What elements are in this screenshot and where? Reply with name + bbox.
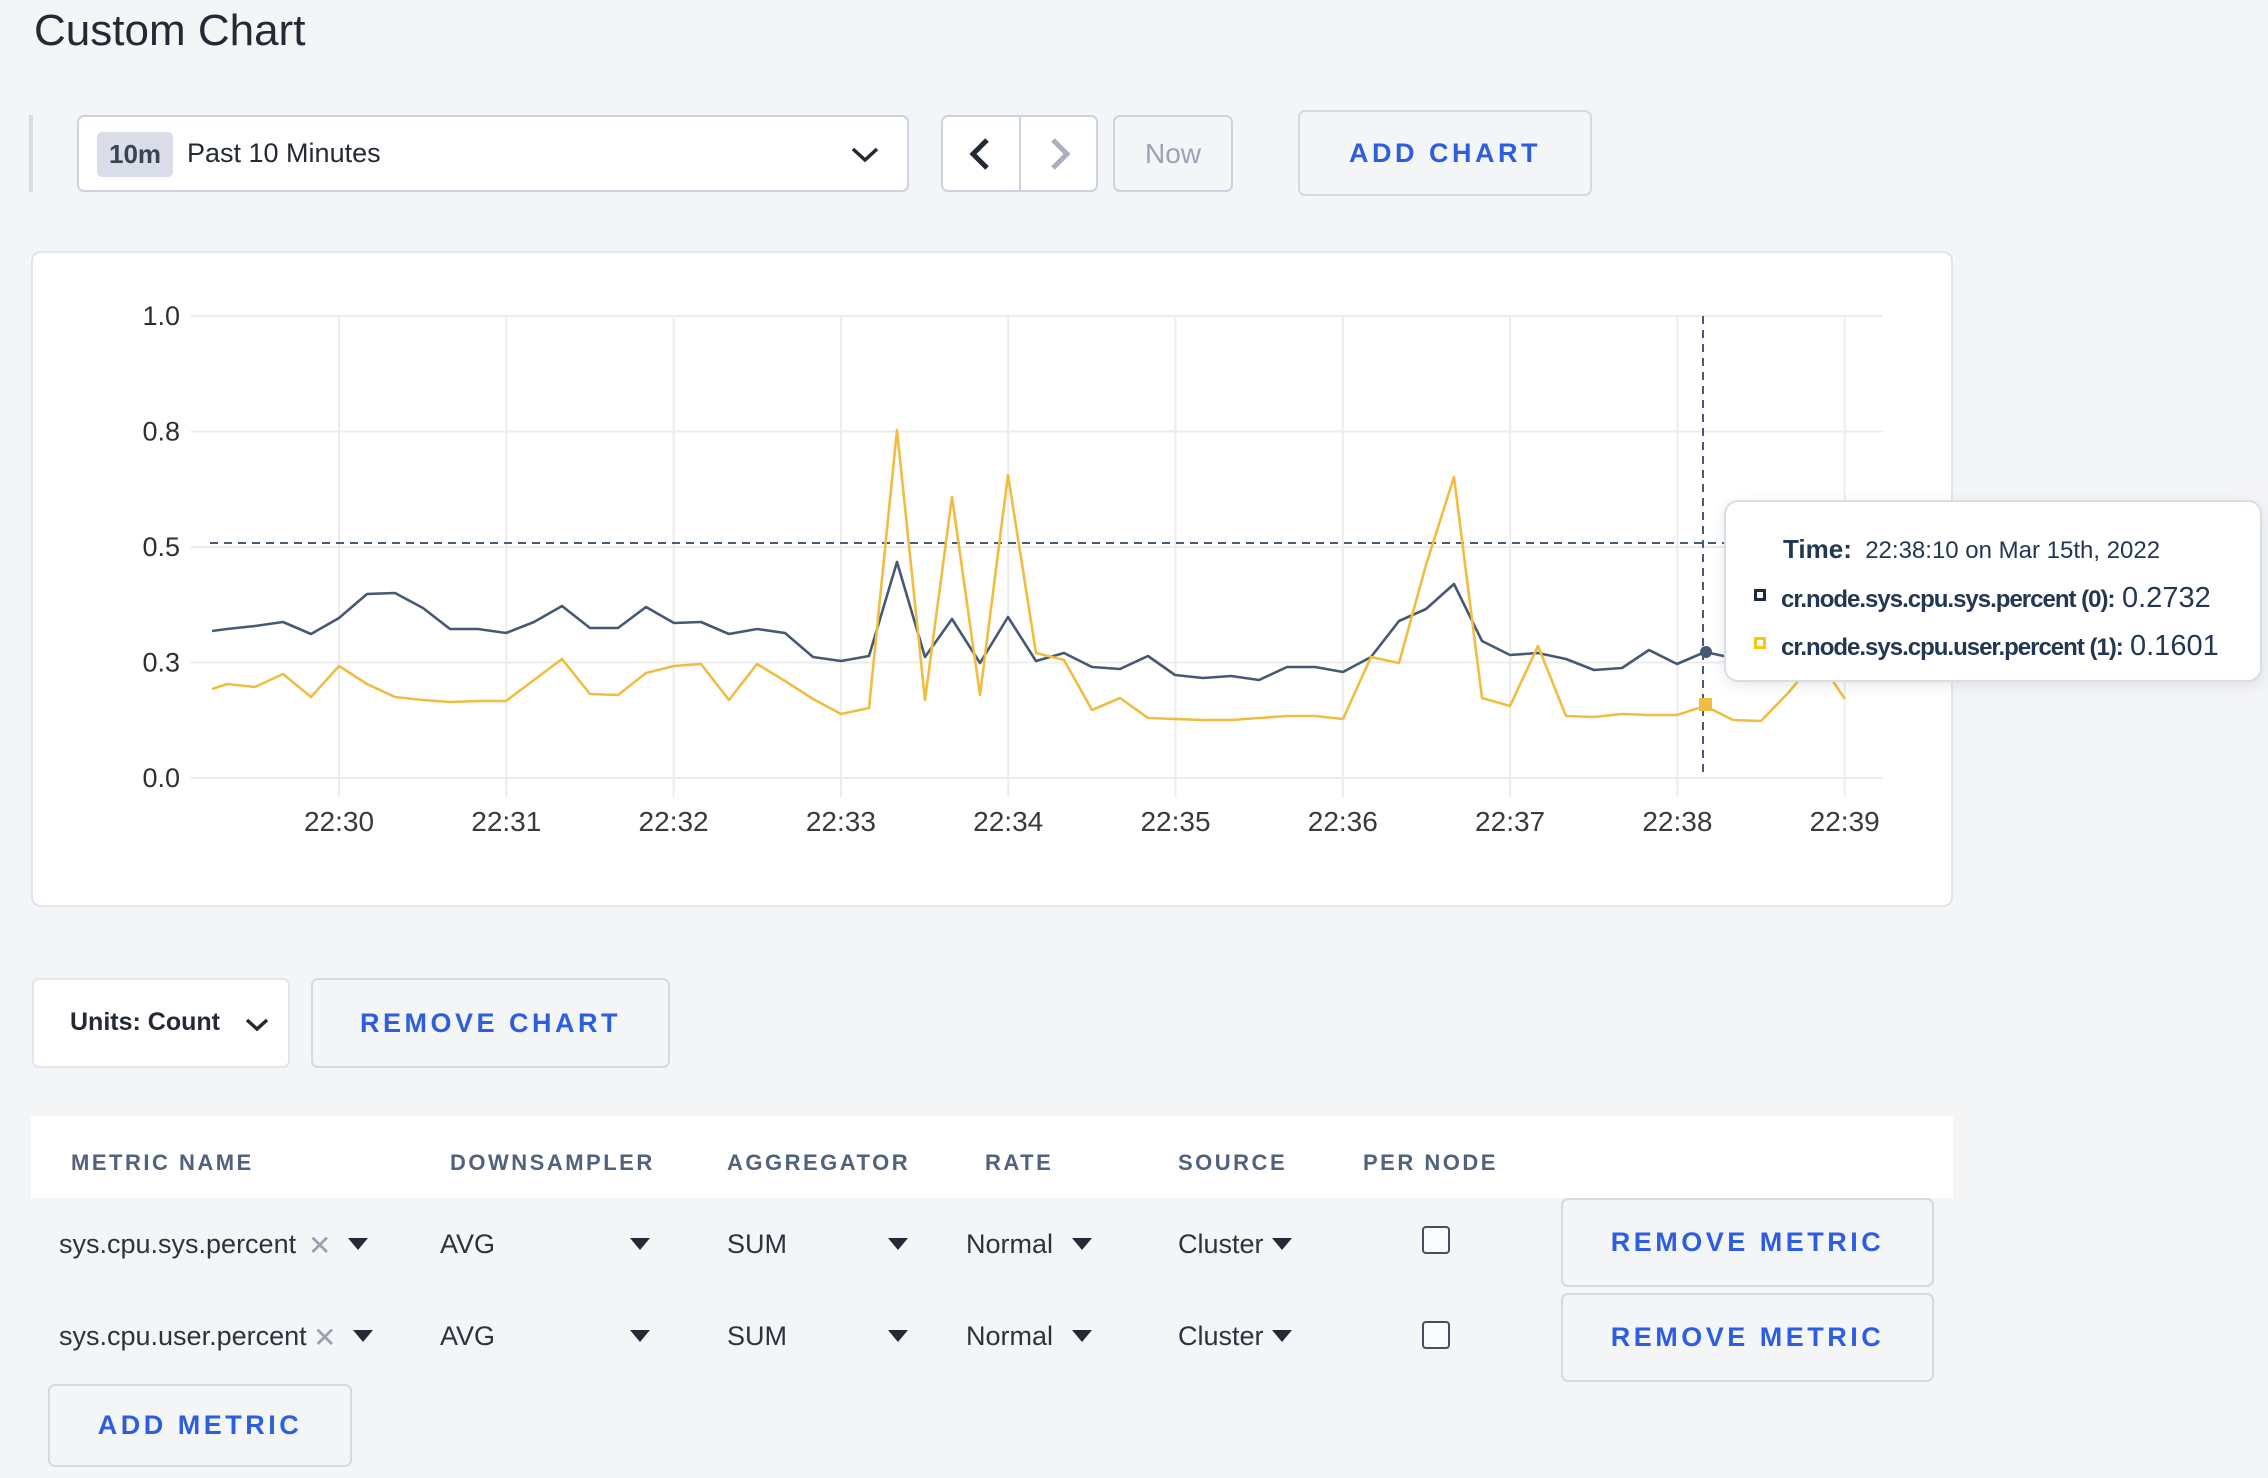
svg-text:22:38: 22:38	[1642, 806, 1712, 837]
svg-text:1.0: 1.0	[142, 301, 180, 331]
svg-text:22:37: 22:37	[1475, 806, 1545, 837]
svg-text:0.0: 0.0	[142, 763, 180, 793]
svg-text:22:32: 22:32	[639, 806, 709, 837]
svg-text:22:33: 22:33	[806, 806, 876, 837]
svg-text:22:35: 22:35	[1140, 806, 1210, 837]
svg-text:22:34: 22:34	[973, 806, 1043, 837]
svg-text:22:36: 22:36	[1308, 806, 1378, 837]
svg-text:22:39: 22:39	[1810, 806, 1880, 837]
svg-text:22:30: 22:30	[304, 806, 374, 837]
svg-text:0.3: 0.3	[142, 648, 180, 678]
svg-text:0.5: 0.5	[142, 532, 180, 562]
svg-text:22:31: 22:31	[471, 806, 541, 837]
svg-text:0.8: 0.8	[142, 417, 180, 447]
